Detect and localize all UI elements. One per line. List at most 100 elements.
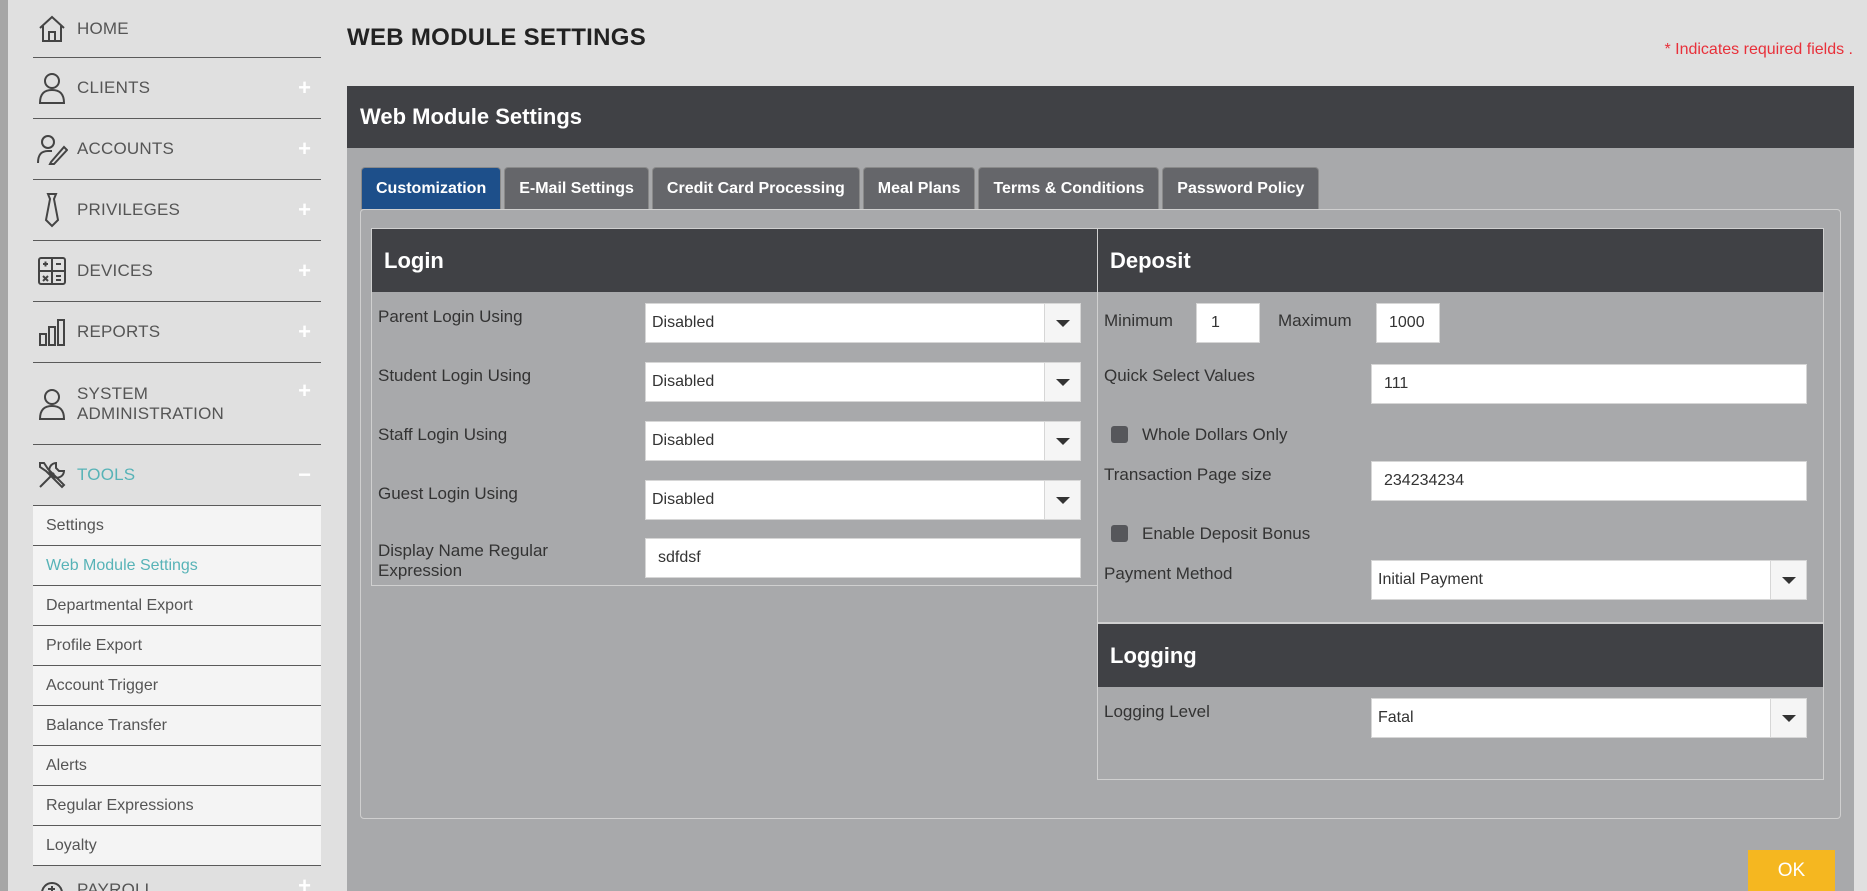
staff-login-select[interactable]: Disabled [645,421,1081,461]
payment-method-value: Initial Payment [1378,571,1483,588]
logging-level-value: Fatal [1378,709,1414,726]
panel-header: Web Module Settings [347,86,1854,148]
admin-user-icon [33,385,71,423]
guest-login-value: Disabled [652,491,715,508]
ok-button[interactable]: OK [1748,850,1835,891]
sidebar-item-label: HOME [77,18,129,38]
display-regex-input[interactable]: sdfdsf [645,538,1081,578]
parent-login-value: Disabled [652,314,715,331]
deposit-bonus-checkbox[interactable] [1111,525,1128,542]
submenu-item-web-module-settings[interactable]: Web Module Settings [33,546,321,586]
submenu-item-profile-export[interactable]: Profile Export [33,626,321,666]
submenu-item-regular-expressions[interactable]: Regular Expressions [33,786,321,826]
tab-customization[interactable]: Customization [361,167,502,209]
logging-level-select[interactable]: Fatal [1371,698,1807,738]
tab-bar: Customization E-Mail Settings Credit Car… [361,167,1322,209]
deposit-section: Deposit Minimum 1 Maximum 1000 Quick Sel… [1097,228,1824,623]
sidebar-item-label: TOOLS [77,465,136,484]
expand-icon[interactable]: + [298,258,311,284]
submenu-item-account-trigger[interactable]: Account Trigger [33,666,321,706]
chevron-down-icon[interactable] [1770,699,1806,737]
home-icon [33,10,71,48]
parent-login-label: Parent Login Using [378,307,523,326]
sidebar-item-tools[interactable]: TOOLS − [33,445,321,506]
tab-credit-card-processing[interactable]: Credit Card Processing [651,167,860,209]
logging-level-label: Logging Level [1104,702,1210,721]
student-login-select[interactable]: Disabled [645,362,1081,402]
chevron-down-icon[interactable] [1044,363,1080,401]
collapse-icon[interactable]: − [298,462,311,488]
section-header: Deposit [1098,229,1823,292]
user-icon [33,69,71,107]
tab-content: Login Parent Login Using Disabled Studen… [360,209,1841,819]
submenu-item-departmental-export[interactable]: Departmental Export [33,586,321,626]
sidebar-nav: HOME CLIENTS + ACCOUNTS + PRIVILEGES + D… [33,0,321,891]
parent-login-select[interactable]: Disabled [645,303,1081,343]
chevron-down-icon[interactable] [1044,304,1080,342]
page-size-input[interactable]: 234234234 [1371,461,1807,501]
tab-terms-conditions[interactable]: Terms & Conditions [978,167,1160,209]
expand-icon[interactable]: + [298,378,311,404]
whole-dollars-checkbox[interactable] [1111,426,1128,443]
sidebar-item-accounts[interactable]: ACCOUNTS + [33,119,321,180]
guest-login-select[interactable]: Disabled [645,480,1081,520]
chevron-down-icon[interactable] [1770,561,1806,599]
page-size-label: Transaction Page size [1104,465,1272,484]
deposit-bonus-label: Enable Deposit Bonus [1142,524,1311,543]
left-edge-strip [0,0,8,891]
sidebar-item-clients[interactable]: CLIENTS + [33,58,321,119]
tab-email-settings[interactable]: E-Mail Settings [504,167,649,209]
edit-user-icon [33,130,71,168]
section-header: Login [372,229,1097,292]
panel-title: Web Module Settings [360,104,583,129]
expand-icon[interactable]: + [298,873,311,891]
tab-meal-plans[interactable]: Meal Plans [862,167,976,209]
sidebar-item-privileges[interactable]: PRIVILEGES + [33,180,321,241]
whole-dollars-label: Whole Dollars Only [1142,425,1288,444]
tools-submenu: Settings Web Module Settings Departmenta… [33,506,321,866]
submenu-item-balance-transfer[interactable]: Balance Transfer [33,706,321,746]
submenu-item-loyalty[interactable]: Loyalty [33,826,321,866]
sidebar-item-label: ACCOUNTS [77,139,174,158]
page-title: WEB MODULE SETTINGS [347,24,647,51]
display-regex-label: Display Name Regular Expression [378,541,549,580]
tie-icon [33,191,71,229]
expand-icon[interactable]: + [298,75,311,101]
submenu-item-alerts[interactable]: Alerts [33,746,321,786]
sidebar-item-label: SYSTEM ADMINISTRATION [77,383,224,423]
minimum-input[interactable]: 1 [1196,303,1260,343]
settings-panel: Web Module Settings Customization E-Mail… [347,86,1854,891]
sidebar-item-label: CLIENTS [77,78,151,97]
sidebar-item-label: PRIVILEGES [77,200,181,219]
sidebar-item-label: REPORTS [77,322,161,341]
sidebar-item-system-administration[interactable]: SYSTEM ADMINISTRATION + [33,363,321,445]
payment-method-select[interactable]: Initial Payment [1371,560,1807,600]
student-login-value: Disabled [652,373,715,390]
quick-select-input[interactable]: 111 [1371,364,1807,404]
quick-select-label: Quick Select Values [1104,366,1255,385]
minimum-label: Minimum [1104,311,1173,330]
chevron-down-icon[interactable] [1044,422,1080,460]
sidebar-item-reports[interactable]: REPORTS + [33,302,321,363]
expand-icon[interactable]: + [298,136,311,162]
chevron-down-icon[interactable] [1044,481,1080,519]
payroll-icon [33,874,71,891]
guest-login-label: Guest Login Using [378,484,518,503]
calculator-icon [33,252,71,290]
student-login-label: Student Login Using [378,366,532,385]
login-section: Login Parent Login Using Disabled Studen… [371,228,1098,586]
expand-icon[interactable]: + [298,197,311,223]
sidebar-item-devices[interactable]: DEVICES + [33,241,321,302]
sidebar-item-payroll[interactable]: PAYROLL + [33,866,321,891]
tab-password-policy[interactable]: Password Policy [1162,167,1320,209]
maximum-input[interactable]: 1000 [1376,303,1440,343]
sidebar-item-home[interactable]: HOME [33,0,321,58]
tools-icon [33,456,71,494]
bar-chart-icon [33,313,71,351]
required-fields-note: * Indicates required fields . [1664,41,1853,58]
section-header: Logging [1098,624,1823,687]
submenu-item-settings[interactable]: Settings [33,506,321,546]
logging-section: Logging Logging Level Fatal [1097,623,1824,780]
expand-icon[interactable]: + [298,319,311,345]
sidebar-item-label: DEVICES [77,261,154,280]
